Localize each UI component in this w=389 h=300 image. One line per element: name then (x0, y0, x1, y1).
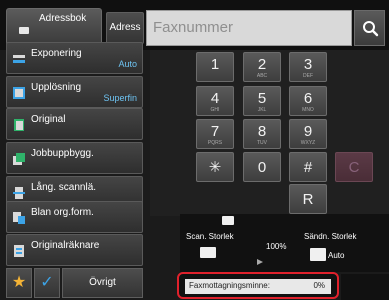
sidebar-item-exponering[interactable]: Exponering Auto (6, 42, 143, 74)
check-button[interactable]: ✓ (34, 268, 60, 298)
sidebar-item-label: Jobbuppbygg. (31, 148, 94, 159)
job-build-icon (13, 153, 25, 165)
sidebar-item-blan-org-form[interactable]: Blan org.form. (6, 201, 143, 233)
scanner-icon (222, 216, 234, 225)
fax-memory-label: Faxmottagningsminne: (189, 281, 270, 290)
fax-memory-bar: Faxmottagningsminne: 0% (185, 279, 331, 294)
send-size-value: Auto (328, 251, 345, 260)
sidebar-item-label: Exponering (31, 48, 82, 59)
right-strip (341, 274, 389, 300)
fax-memory-percent: 0% (313, 281, 325, 290)
addressbook-label: Adressbok (39, 13, 87, 24)
resolution-icon (13, 87, 25, 99)
search-button[interactable] (354, 10, 385, 46)
sidebar-item-original[interactable]: Original (6, 108, 143, 140)
bottom-actions: ★ ✓ Övrigt (6, 268, 143, 298)
sidebar-item-value: Superfin (103, 93, 137, 103)
check-icon: ✓ (40, 274, 54, 291)
key-0[interactable]: 0 (243, 152, 281, 182)
fax-memory-indicator: Faxmottagningsminne: 0% (177, 272, 339, 299)
sidebar-item-label: Lång. scannlä. (31, 182, 97, 193)
key-asterisk[interactable]: ✳ (196, 152, 234, 182)
long-scan-icon (13, 187, 25, 199)
sidebar-item-originalraknare[interactable]: Originalräknare (6, 234, 143, 266)
sidebar-item-value: Auto (118, 59, 137, 69)
size-panel[interactable]: Scan. Storlek 100% Sändn. Storlek Auto (180, 214, 389, 272)
favorites-button[interactable]: ★ (6, 268, 32, 298)
exposure-icon (13, 55, 25, 63)
search-icon (363, 21, 379, 37)
star-icon: ★ (11, 274, 27, 291)
sidebar-item-label: Blan org.form. (31, 207, 94, 218)
addressbook-button[interactable]: Adressbok (6, 8, 102, 46)
ovrigt-button[interactable]: Övrigt (62, 268, 143, 298)
sidebar-item-jobbuppbygg[interactable]: Jobbuppbygg. (6, 142, 143, 174)
scan-page-icon (200, 247, 216, 258)
sidebar-item-label: Originalräknare (31, 240, 100, 251)
send-size-label: Sändn. Storlek (304, 232, 357, 241)
sidebar-item-label: Original (31, 114, 66, 125)
original-counter-icon (14, 245, 24, 257)
addressbook-icon (19, 27, 29, 34)
key-4[interactable]: 4 GHI (196, 86, 234, 116)
key-6[interactable]: 6 MNO (289, 86, 327, 116)
key-hash[interactable]: # (289, 152, 327, 182)
zoom-value: 100% (266, 242, 287, 251)
address-button[interactable]: Adress (106, 12, 144, 44)
key-r[interactable]: R (289, 184, 327, 214)
sidebar-item-label: Upplösning (31, 82, 82, 93)
key-3[interactable]: 3 DEF (289, 52, 327, 82)
key-2[interactable]: 2 ABC (243, 52, 281, 82)
key-clear[interactable]: C (335, 152, 373, 182)
key-1[interactable]: 1 (196, 52, 234, 82)
key-9[interactable]: 9 WXYZ (289, 119, 327, 149)
original-icon (14, 119, 24, 131)
mixed-original-icon (13, 212, 25, 224)
fax-number-input[interactable]: Faxnummer (146, 10, 352, 46)
key-5[interactable]: 5 JKL (243, 86, 281, 116)
key-8[interactable]: 8 TUV (243, 119, 281, 149)
send-page-icon (310, 248, 326, 261)
key-7[interactable]: 7 PQRS (196, 119, 234, 149)
arrow-right-icon (257, 259, 263, 265)
sidebar-item-upplosning[interactable]: Upplösning Superfin (6, 76, 143, 108)
scan-size-label: Scan. Storlek (186, 232, 234, 241)
